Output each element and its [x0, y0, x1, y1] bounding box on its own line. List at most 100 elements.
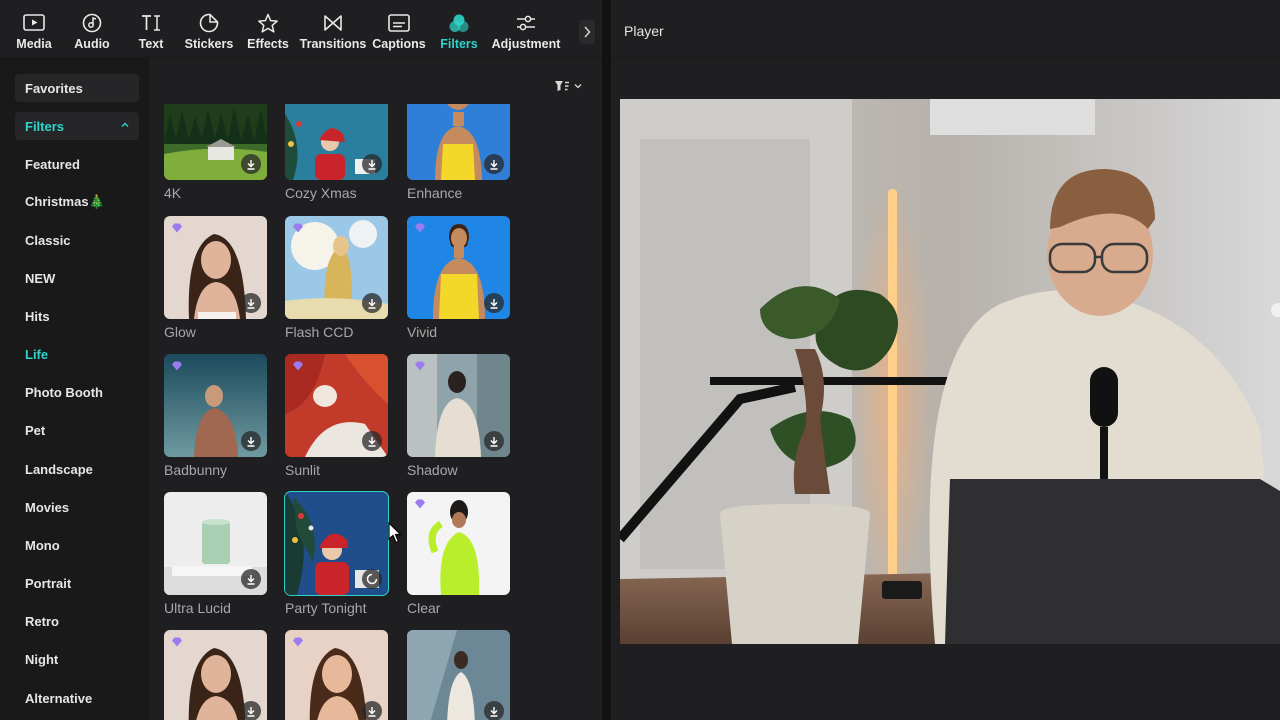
- filter-thumbnail: [407, 354, 510, 457]
- download-icon[interactable]: [484, 154, 504, 174]
- tool-filters[interactable]: Filters: [440, 12, 478, 56]
- download-icon[interactable]: [241, 293, 261, 313]
- sidebar-item-christmas[interactable]: Christmas🎄: [15, 188, 139, 216]
- captions-icon: [388, 12, 410, 34]
- filter-category-sidebar: Favorites Filters Featured Christmas🎄 Cl…: [0, 58, 149, 720]
- sidebar-item-pet[interactable]: Pet: [15, 416, 139, 444]
- filter-thumbnail: [164, 354, 267, 457]
- filter-card-sunlit[interactable]: Sunlit: [285, 354, 388, 478]
- filter-name: Flash CCD: [285, 324, 354, 340]
- toolbar-scroll-right-button[interactable]: [579, 20, 595, 44]
- filter-name: Ultra Lucid: [164, 600, 231, 616]
- transitions-icon: [323, 12, 343, 34]
- sidebar-item-retro[interactable]: Retro: [15, 607, 139, 635]
- filter-card-flash-ccd[interactable]: Flash CCD: [285, 216, 388, 340]
- sidebar-item-movies[interactable]: Movies: [15, 493, 139, 521]
- sidebar-item-night[interactable]: Night: [15, 645, 139, 673]
- premium-gem-icon: [415, 499, 425, 509]
- sidebar-item-label: Hits: [25, 308, 50, 324]
- filter-thumbnail: [285, 216, 388, 319]
- filter-name: Enhance: [407, 185, 463, 201]
- premium-gem-icon: [172, 637, 182, 647]
- premium-gem-icon: [415, 361, 425, 371]
- sidebar-item-favorites[interactable]: Favorites: [15, 74, 139, 102]
- filter-card-cozy-xmas[interactable]: Cozy Xmas: [285, 104, 388, 201]
- download-icon[interactable]: [484, 701, 504, 720]
- sidebar-item-hits[interactable]: Hits: [15, 302, 139, 330]
- filter-thumbnail: [285, 354, 388, 457]
- filter-thumbnail-selected: [284, 491, 389, 596]
- media-icon: [23, 12, 45, 34]
- tool-media-label: Media: [16, 37, 52, 51]
- tool-transitions-label: Transitions: [299, 37, 367, 51]
- tool-media[interactable]: Media: [16, 12, 52, 56]
- sidebar-item-classic[interactable]: Classic: [15, 226, 139, 254]
- download-icon[interactable]: [362, 293, 382, 313]
- filter-card-vivid[interactable]: Vivid: [407, 216, 510, 340]
- tool-adjustment-label: Adjustment: [491, 37, 561, 51]
- sidebar-item-portrait[interactable]: Portrait: [15, 569, 139, 597]
- filter-card-13[interactable]: [164, 630, 267, 720]
- sidebar-item-label: Retro: [25, 613, 59, 629]
- download-icon[interactable]: [484, 293, 504, 313]
- download-icon[interactable]: [241, 701, 261, 720]
- sidebar-item-label: Featured: [25, 156, 80, 172]
- download-icon[interactable]: [241, 154, 261, 174]
- sidebar-item-featured[interactable]: Featured: [15, 150, 139, 178]
- filter-card-enhance[interactable]: Enhance: [407, 104, 510, 201]
- filter-thumbnail: [407, 630, 510, 720]
- sort-filter-button[interactable]: [554, 78, 586, 94]
- filter-name: 4K: [164, 185, 182, 201]
- panel-divider[interactable]: [602, 0, 611, 720]
- text-icon: [141, 12, 161, 34]
- filter-card-badbunny[interactable]: Badbunny: [164, 354, 267, 478]
- download-icon[interactable]: [241, 569, 261, 589]
- filter-card-15[interactable]: [407, 630, 510, 720]
- download-icon[interactable]: [362, 154, 382, 174]
- filter-card-glow[interactable]: Glow: [164, 216, 267, 340]
- tool-transitions[interactable]: Transitions: [299, 12, 367, 56]
- video-frame-image: [620, 99, 1280, 644]
- sidebar-item-mono[interactable]: Mono: [15, 531, 139, 559]
- sidebar-item-label: Classic: [25, 232, 71, 248]
- tool-effects[interactable]: Effects: [247, 12, 289, 56]
- filter-card-clear[interactable]: Clear: [407, 492, 510, 616]
- filter-card-14[interactable]: [285, 630, 388, 720]
- filter-card-4k[interactable]: 4K: [164, 104, 267, 201]
- loading-spinner-icon: [362, 569, 382, 589]
- sidebar-item-label: Life: [25, 346, 49, 362]
- download-icon[interactable]: [484, 431, 504, 451]
- sidebar-item-label: Movies: [25, 499, 70, 515]
- resources-panel: Media Audio Text Stickers Effects Transi…: [0, 0, 602, 720]
- filter-name: Cozy Xmas: [285, 185, 357, 201]
- sidebar-item-life[interactable]: Life: [15, 340, 139, 368]
- tool-text-label: Text: [138, 37, 164, 51]
- filter-name: Vivid: [407, 324, 438, 340]
- download-icon[interactable]: [362, 701, 382, 720]
- tool-text[interactable]: Text: [136, 12, 166, 56]
- filter-card-ultra-lucid[interactable]: Ultra Lucid: [164, 492, 267, 616]
- tool-captions[interactable]: Captions: [372, 12, 426, 56]
- sidebar-item-alternative[interactable]: Alternative: [15, 684, 139, 712]
- preview-scrub-handle[interactable]: [1271, 303, 1280, 317]
- premium-gem-icon: [293, 223, 303, 233]
- sidebar-item-landscape[interactable]: Landscape: [15, 455, 139, 483]
- sidebar-item-label: Portrait: [25, 575, 72, 591]
- filter-card-party-tonight[interactable]: Party Tonight: [284, 491, 389, 616]
- tool-adjustment[interactable]: Adjustment: [492, 12, 560, 56]
- filter-card-shadow[interactable]: Shadow: [407, 354, 510, 478]
- sidebar-item-label: Filters: [25, 118, 65, 134]
- download-icon[interactable]: [241, 431, 261, 451]
- tool-audio[interactable]: Audio: [74, 12, 110, 56]
- sidebar-item-new[interactable]: NEW: [15, 264, 139, 292]
- video-preview[interactable]: [620, 99, 1280, 644]
- tool-filters-label: Filters: [440, 37, 478, 51]
- filter-name: Sunlit: [285, 462, 321, 478]
- download-icon[interactable]: [362, 431, 382, 451]
- player-header: Player: [611, 0, 1280, 58]
- sidebar-item-filters[interactable]: Filters: [15, 112, 139, 140]
- tool-stickers[interactable]: Stickers: [185, 12, 233, 56]
- premium-gem-icon: [172, 223, 182, 233]
- player-title: Player: [624, 23, 664, 39]
- sidebar-item-photo-booth[interactable]: Photo Booth: [15, 378, 139, 406]
